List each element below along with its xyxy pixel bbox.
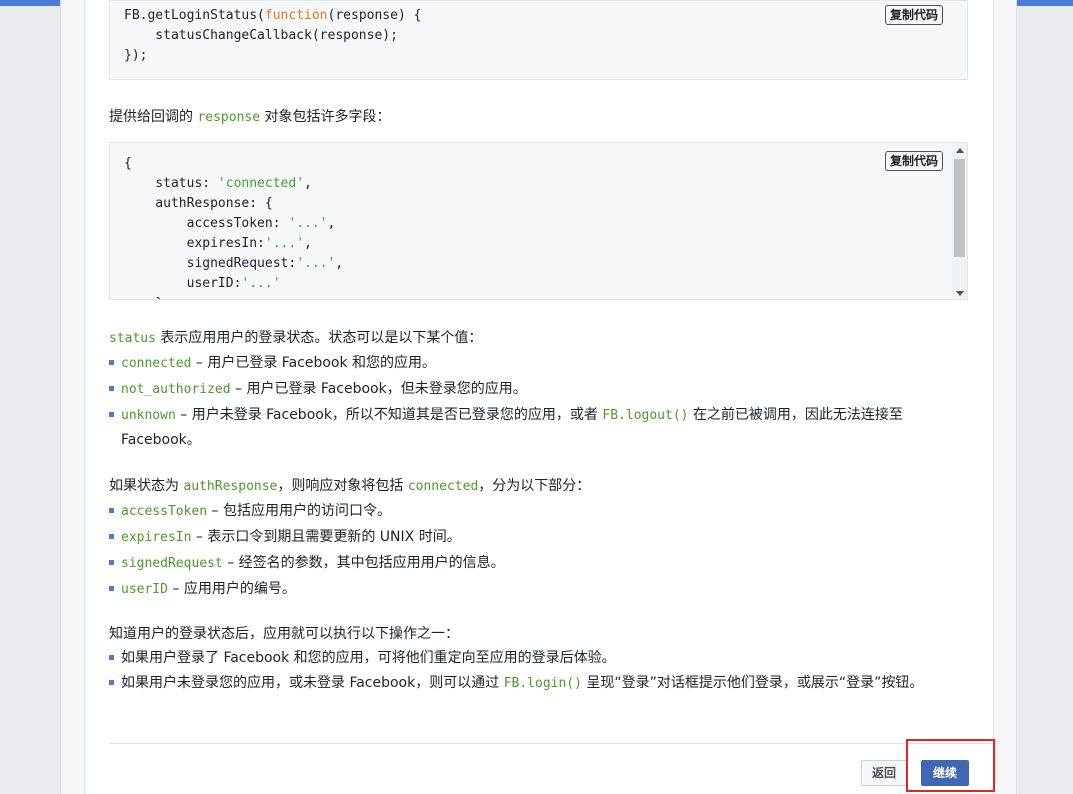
highlight-annotation-box <box>906 739 995 792</box>
inline-code: response <box>197 110 261 125</box>
code-content: FB.getLoginStatus(function(response) { s… <box>110 1 967 66</box>
list-item: not_authorized – 用户已登录 Facebook，但未登录您的应用… <box>109 377 969 402</box>
code-text: }); <box>124 48 148 63</box>
code-text: , <box>304 176 312 191</box>
inline-code: FB.login() <box>503 676 582 691</box>
scroll-up-arrow-icon[interactable] <box>956 148 964 153</box>
list-item: accessToken – 包括应用用户的访问口令。 <box>109 499 969 524</box>
paragraph-auth-intro: 如果状态为 authResponse，则响应对象将包括 connected，分为… <box>109 474 590 499</box>
text: – 经签名的参数，其中包括应用用户的信息。 <box>222 555 505 571</box>
actions-list: 如果用户登录了 Facebook 和您的应用，可将他们重定向至应用的登录后体验。… <box>109 646 969 697</box>
text: 对象包括许多字段： <box>260 109 391 125</box>
copy-code-button[interactable]: 复制代码 <box>884 151 943 171</box>
text: – 应用用户的编号。 <box>167 581 296 597</box>
paragraph-actions-intro: 知道用户的登录状态后，应用就可以执行以下操作之一： <box>109 626 459 642</box>
code-text: (response) { <box>327 8 422 23</box>
code-text: status: <box>124 176 218 191</box>
inline-code: accessToken <box>121 504 208 519</box>
text: ，分为以下部分： <box>478 478 591 494</box>
text: – 用户已登录 Facebook 和您的应用。 <box>191 355 437 371</box>
code-text: , <box>335 256 344 271</box>
inline-code: connected <box>121 356 192 371</box>
list-item: 如果用户未登录您的应用，或未登录 Facebook，则可以通过 FB.login… <box>109 671 966 696</box>
text: 表示应用用户的登录状态。状态可以是以下某个值： <box>155 330 483 346</box>
code-text: } <box>124 296 163 299</box>
footer-divider <box>109 743 992 744</box>
code-block-response-object[interactable]: 复制代码 { status: 'connected', authResponse… <box>109 142 968 300</box>
text: 如果用户登录了 Facebook 和您的应用，可将他们重定向至应用的登录后体验。 <box>121 650 616 666</box>
list-item: userID – 应用用户的编号。 <box>109 577 969 602</box>
status-values-list: connected – 用户已登录 Facebook 和您的应用。 not_au… <box>109 351 969 453</box>
text: ，则响应对象将包括 <box>277 478 408 494</box>
list-item: 如果用户登录了 Facebook 和您的应用，可将他们重定向至应用的登录后体验。 <box>109 646 969 670</box>
code-string: 'connected' <box>217 176 305 191</box>
code-text: FB.getLoginStatus( <box>124 8 265 23</box>
code-string: '...' <box>288 216 328 231</box>
code-keyword: function <box>264 8 328 23</box>
text: – 用户已登录 Facebook，但未登录您的应用。 <box>230 381 527 397</box>
code-text: accessToken: <box>124 216 289 231</box>
code-string: '...' <box>296 256 336 271</box>
inline-code: signedRequest <box>121 556 223 571</box>
list-item: unknown – 用户未登录 Facebook，所以不知道其是否已登录您的应用… <box>109 403 966 452</box>
list-item: connected – 用户已登录 Facebook 和您的应用。 <box>109 351 969 376</box>
text: – 用户未登录 Facebook，所以不知道其是否已登录您的应用，或者 <box>175 407 603 423</box>
inline-code: FB.logout() <box>602 408 689 423</box>
inline-code: not_authorized <box>121 382 231 397</box>
inline-code: unknown <box>121 408 176 423</box>
inline-code: userID <box>121 582 168 597</box>
code-text: signedRequest: <box>124 256 297 271</box>
text: – 表示口令到期且需要更新的 UNIX 时间。 <box>191 529 461 545</box>
code-text: userID: <box>124 276 242 291</box>
text: 如果用户未登录您的应用，或未登录 Facebook，则可以通过 <box>121 675 504 691</box>
inline-code: expiresIn <box>121 530 192 545</box>
inline-code: connected <box>407 479 479 494</box>
text: 呈现“登录”对话框提示他们登录，或展示“登录”按钮。 <box>581 675 924 691</box>
inline-code: authResponse <box>183 479 278 494</box>
code-content: { status: 'connected', authResponse: { a… <box>110 143 967 299</box>
back-button[interactable]: 返回 <box>861 760 907 786</box>
code-scrollbar[interactable] <box>952 143 967 299</box>
code-string: '...' <box>264 236 305 251</box>
inline-code: status <box>109 331 156 346</box>
code-text: authResponse: { <box>124 196 273 211</box>
list-item: signedRequest – 经签名的参数，其中包括应用用户的信息。 <box>109 551 969 576</box>
paragraph-status-intro: status 表示应用用户的登录状态。状态可以是以下某个值： <box>109 326 482 351</box>
copy-code-button[interactable]: 复制代码 <box>884 5 943 25</box>
paragraph-response: 提供给回调的 response 对象包括许多字段： <box>109 105 391 130</box>
code-text: statusChangeCallback(response); <box>124 28 398 43</box>
list-item: expiresIn – 表示口令到期且需要更新的 UNIX 时间。 <box>109 525 969 550</box>
code-text: { <box>124 156 132 171</box>
code-text: , <box>304 236 312 251</box>
text: 如果状态为 <box>109 478 184 494</box>
code-text: , <box>327 216 336 231</box>
scroll-down-arrow-icon[interactable] <box>956 291 964 296</box>
auth-response-fields-list: accessToken – 包括应用用户的访问口令。 expiresIn – 表… <box>109 499 969 603</box>
code-text: expiresIn: <box>124 236 265 251</box>
text: – 包括应用用户的访问口令。 <box>207 503 391 519</box>
code-string: '...' <box>241 276 281 291</box>
text: 提供给回调的 <box>109 109 198 125</box>
scrollbar-thumb[interactable] <box>954 159 965 257</box>
code-block-get-login-status: 复制代码 FB.getLoginStatus(function(response… <box>109 0 968 80</box>
